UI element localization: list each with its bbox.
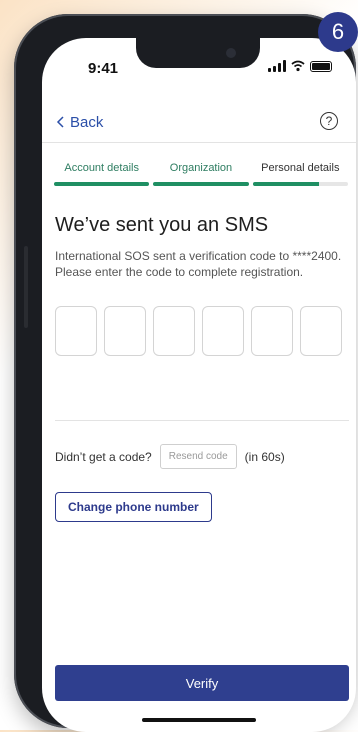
status-icons bbox=[268, 60, 332, 72]
back-label: Back bbox=[70, 113, 104, 131]
page-description: International SOS sent a verification co… bbox=[55, 249, 342, 279]
phone-screen: 9:41 Back ? Account details Organization… bbox=[42, 38, 356, 732]
page-title: We’ve sent you an SMS bbox=[55, 214, 269, 236]
back-button[interactable]: Back bbox=[56, 102, 103, 142]
phone-frame: 9:41 Back ? Account details Organization… bbox=[14, 14, 356, 732]
step-progress-bar bbox=[54, 182, 150, 186]
code-digit-input[interactable] bbox=[300, 306, 342, 356]
phone-notch bbox=[136, 38, 260, 68]
code-digit-input[interactable] bbox=[202, 306, 244, 356]
step-label: Account details bbox=[64, 162, 139, 174]
top-navigation: Back ? bbox=[42, 102, 356, 142]
step-progress-bar bbox=[153, 182, 249, 186]
code-digit-input[interactable] bbox=[251, 306, 293, 356]
step-account-details: Account details bbox=[54, 162, 150, 186]
battery-icon bbox=[310, 60, 332, 72]
step-number-badge: 6 bbox=[318, 12, 358, 52]
step-label: Organization bbox=[169, 162, 233, 174]
header-divider bbox=[42, 142, 356, 143]
signal-icon bbox=[268, 60, 286, 72]
step-organization: Organization bbox=[153, 162, 249, 186]
verify-button[interactable]: Verify bbox=[55, 665, 349, 701]
camera-icon bbox=[226, 48, 236, 58]
code-digit-input[interactable] bbox=[153, 306, 195, 356]
resend-timer: (in 60s) bbox=[244, 449, 285, 464]
home-indicator bbox=[142, 718, 256, 722]
code-digit-input[interactable] bbox=[55, 306, 97, 356]
chevron-left-icon bbox=[56, 116, 64, 128]
phone-side-button bbox=[24, 246, 28, 328]
step-personal-details: Personal details bbox=[252, 162, 348, 186]
progress-steps: Account details Organization Personal de… bbox=[54, 162, 348, 186]
step-label: Personal details bbox=[261, 162, 340, 174]
help-icon[interactable]: ? bbox=[320, 112, 338, 130]
verification-code-inputs bbox=[55, 306, 342, 356]
resend-row: Didn’t get a code? Resend code (in 60s) bbox=[55, 444, 285, 469]
code-digit-input[interactable] bbox=[104, 306, 146, 356]
section-divider bbox=[55, 420, 349, 421]
change-phone-number-button[interactable]: Change phone number bbox=[55, 492, 212, 522]
resend-prompt: Didn’t get a code? bbox=[55, 449, 152, 464]
wifi-icon bbox=[291, 60, 305, 72]
resend-code-button[interactable]: Resend code bbox=[159, 444, 237, 469]
status-time: 9:41 bbox=[88, 60, 119, 77]
step-progress-bar bbox=[252, 182, 348, 186]
